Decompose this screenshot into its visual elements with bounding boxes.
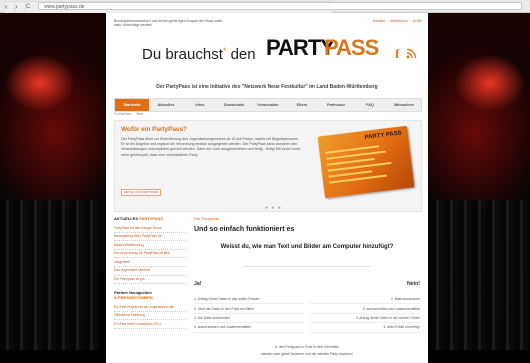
news-item[interactable]: Der neue Antrag für PartyPass ist jetzt xyxy=(114,250,186,259)
browser-toolbar: ‹ › C www.partypass.de xyxy=(0,0,530,15)
news-heading: AKTUELLES PARTYPASS xyxy=(114,216,186,221)
news-item[interactable]: Neuregelung beim PartyPass für xyxy=(114,233,186,242)
partner-item[interactable]: Öffentliche Erklärung xyxy=(114,312,186,321)
yes-steps: 1. Antrag Deine Daten in das weiße Fenst… xyxy=(194,295,304,333)
sidebar: AKTUELLES PARTYPASS PartyPass für das Ha… xyxy=(114,216,186,329)
nav-downloads[interactable]: Downloads xyxy=(217,99,251,111)
news-heading-highlight: PARTYPASS xyxy=(139,216,163,221)
partner-item[interactable]: Ein Fest mehr Kontaktloss 2014 xyxy=(114,320,186,329)
hero-more-button[interactable]: WEITER ZUM PARTYPASS xyxy=(121,189,161,196)
nav-faq[interactable]: FAQ xyxy=(353,99,387,111)
news-item[interactable]: Der Partypass ist gut xyxy=(114,276,186,285)
yes-step: 3. Die Datei ausdrucken xyxy=(194,314,304,324)
yes-step: 1. Antrag Deine Daten in das weiße Fenst… xyxy=(194,295,304,305)
facebook-icon[interactable]: f xyxy=(395,46,399,62)
nav-infos[interactable]: Infos xyxy=(183,99,217,111)
link-kontakt[interactable]: Kontakt xyxy=(373,19,385,23)
main-navigation: Startseite Aktuelles Infos Downloads Ver… xyxy=(114,98,422,112)
header-intro: Bundesjahresausweisen und deinen gelist … xyxy=(114,19,223,28)
nav-startseite[interactable]: Startseite xyxy=(115,99,149,111)
breadcrumb-label: Du bist hier: xyxy=(114,112,133,116)
no-step: 3. Antrag deine Daten in die weißen Feld… xyxy=(310,314,420,324)
news-list: PartyPass für das Hangar Room Neuregelun… xyxy=(114,224,186,285)
partner-list: Ein Fest-Projekt bei der Jugendlichen al… xyxy=(114,303,186,329)
no-step: 4. Alles Erfüllt und fertig! xyxy=(310,323,420,333)
initiative-subtitle: Der PartyPass ist eine Initiative des "N… xyxy=(156,84,378,90)
news-item[interactable]: Das Jugendamt wünscht xyxy=(114,267,186,276)
no-step: 1. Blatt ausdrucken xyxy=(310,295,420,305)
breadcrumb-start[interactable]: Start xyxy=(136,112,143,116)
slogan: Du brauchst* den xyxy=(142,46,256,63)
hero-text: Der PartyPass dient zur Erleichterung de… xyxy=(121,137,300,157)
link-impressum[interactable]: Impressum xyxy=(390,19,408,23)
nav-eltern[interactable]: Eltern xyxy=(285,99,319,111)
header-links: Kontakt Impressum AGBs xyxy=(369,19,422,23)
nav-mitmachen[interactable]: Mitmachen xyxy=(387,99,421,111)
hero-title: Wofür ein PartyPass? xyxy=(121,126,187,133)
no-step: 2. ausschneiden und zusammenfalten xyxy=(310,304,420,314)
final-step: stecken oder gleich lamieren und die näc… xyxy=(261,352,353,356)
main-content: Der Partypass Und so einfach funktionier… xyxy=(194,216,420,356)
nav-veranstalter[interactable]: Veranstalter xyxy=(251,99,285,111)
logo-pass: PASS xyxy=(324,35,379,60)
partner-heading-highlight: & PRESSESTIMMEN xyxy=(114,295,153,301)
slogan-suffix: den xyxy=(230,46,256,63)
page-content: Bundesjahresausweisen und deinen gelist … xyxy=(106,13,428,363)
address-bar[interactable]: www.partypass.de xyxy=(38,2,522,10)
final-step: 5. den Partypass in Folie in eine Kleinh… xyxy=(275,345,339,349)
slogan-text: Du brauchst xyxy=(142,46,223,63)
partypass-logo[interactable]: PARTY PASS xyxy=(258,35,379,71)
partypass-ticket-image: PARTY PASS xyxy=(317,125,415,199)
final-steps: 5. den Partypass in Folie in eine Kleinh… xyxy=(194,344,420,358)
yes-heading[interactable]: Ja! xyxy=(194,281,202,287)
slogan-star: * xyxy=(222,46,227,56)
link-agb[interactable]: AGBs xyxy=(413,19,422,23)
section-label: Der Partypass xyxy=(194,216,220,221)
yes-step: 4. ausschneiden und zusammenfalten xyxy=(194,323,304,333)
rss-icon[interactable] xyxy=(406,48,417,59)
divider xyxy=(244,260,370,267)
question: Weisst du, wie man Text und Bilder am Co… xyxy=(220,244,394,250)
ticket-logo: PARTY PASS xyxy=(364,130,403,141)
no-steps: 1. Blatt ausdrucken 2. ausschneiden und … xyxy=(310,295,420,333)
news-item[interactable]: PartyPass für das Hangar Room xyxy=(114,224,186,233)
news-item[interactable]: Baden-Württemberg xyxy=(114,241,186,250)
partner-heading: Partner Neuigkeiten & PRESSESTIMMEN xyxy=(114,290,186,300)
nav-partnsour[interactable]: Partnsour xyxy=(319,99,353,111)
hero-slider: Wofür ein PartyPass? Der PartyPass dient… xyxy=(114,120,422,212)
no-heading[interactable]: Nein! xyxy=(407,281,420,287)
yes-step: 2. Jetzt die Daten in den Freie ein füll… xyxy=(194,304,304,314)
breadcrumb: Du bist hier: Start xyxy=(114,112,147,116)
crowd-right xyxy=(430,200,530,350)
crowd-left xyxy=(0,200,100,350)
news-heading-text: AKTUELLES xyxy=(114,216,138,221)
slider-dots[interactable]: ● ● ● xyxy=(265,205,282,211)
nav-aktuelles[interactable]: Aktuelles xyxy=(149,99,183,111)
partner-item[interactable]: Ein Fest-Projekt bei der Jugendlichen al… xyxy=(114,303,186,312)
section-title: Und so einfach funktioniert es xyxy=(194,226,295,233)
news-item[interactable]: ausgestellt xyxy=(114,258,186,267)
